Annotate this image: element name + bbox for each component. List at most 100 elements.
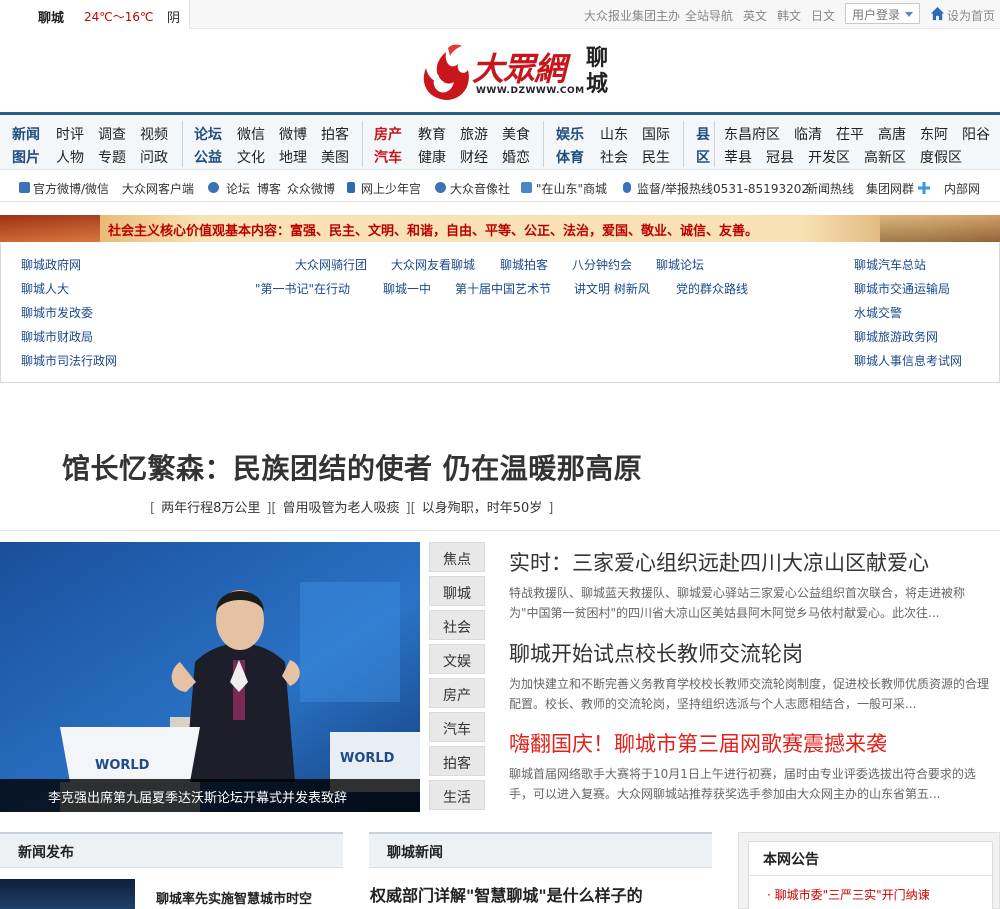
nav-county-chiping[interactable]: 茌平 [836,124,864,144]
nav-item-people[interactable]: 人物 [56,147,84,167]
subhead-2[interactable]: 曾用吸管为老人吸痰 [283,501,400,516]
tab-society[interactable]: 社会 [429,610,485,640]
link-first-secretary[interactable]: "第一书记"在行动 [255,280,350,297]
nav-item-charity[interactable]: 公益 [194,147,222,167]
nav-county-shenxian[interactable]: 莘县 [724,147,752,167]
service-official-weibo[interactable]: 官方微博/微信 [33,180,109,197]
user-login-dropdown[interactable]: 用户登录 [845,3,920,24]
tab-liaocheng[interactable]: 聊城 [429,576,485,606]
link-forum[interactable]: 聊城论坛 [656,256,704,273]
nav-item-finance[interactable]: 财经 [460,147,488,167]
link-drc[interactable]: 聊城市发改委 [21,304,93,321]
weather-city[interactable]: 聊城 [38,7,64,26]
nav-item-wechat[interactable]: 微信 [237,124,265,144]
news-title[interactable]: 实时：三家爱心组织远赴四川大凉山区献爱心 [509,547,994,577]
nav-item-society[interactable]: 社会 [600,147,628,167]
link-traffic-police[interactable]: 水城交警 [854,304,902,321]
nav-item-comment[interactable]: 时评 [56,124,84,144]
link-dating[interactable]: 八分钟约会 [572,256,632,273]
link-civilization[interactable]: 讲文明 树新风 [574,280,650,297]
tab-focus[interactable]: 焦点 [429,542,485,572]
nav-item-international[interactable]: 国际 [642,124,670,144]
site-logo[interactable]: 大眾網 WWW.DZWWW.COM 聊城 [418,40,618,104]
nav-item-topic[interactable]: 专题 [98,147,126,167]
section-title[interactable]: 聊城新闻 [387,842,443,862]
notice-item[interactable]: · 聊城市委"三严三实"开门纳谏 [767,886,930,903]
link-justice[interactable]: 聊城市司法行政网 [21,352,117,369]
link-npc[interactable]: 聊城人大 [21,280,69,297]
nav-county-dongchangfu[interactable]: 东昌府区 [724,124,780,144]
nav-item-photo[interactable]: 图片 [12,147,40,167]
nav-item-house[interactable]: 房产 [374,124,402,144]
nav-item-inquiry[interactable]: 问政 [140,147,168,167]
nav-item-health[interactable]: 健康 [418,147,446,167]
top-link-english[interactable]: 英文 [743,7,767,24]
nav-item-sports[interactable]: 体育 [556,147,584,167]
nav-item-geography[interactable]: 地理 [279,147,307,167]
nav-item-paike[interactable]: 拍客 [321,124,349,144]
link-netizens[interactable]: 大众网友看聊城 [391,256,475,273]
top-link-korean[interactable]: 韩文 [777,7,801,24]
tab-house[interactable]: 房产 [429,678,485,708]
link-cycling[interactable]: 大众网骑行团 [295,256,367,273]
news-title[interactable]: 嗨翻国庆！聊城市第三届网歌赛震撼来袭 [509,728,994,758]
nav-district-development[interactable]: 开发区 [808,147,850,167]
news-title[interactable]: 聊城开始试点校长教师交流轮岗 [509,638,994,668]
subhead-1[interactable]: 两年行程8万公里 [161,501,260,516]
service-audio-video[interactable]: 大众音像社 [450,180,510,197]
nav-county-guanxian[interactable]: 冠县 [766,147,794,167]
nav-item-education[interactable]: 教育 [418,124,446,144]
service-hotline[interactable]: 监督/举报热线0531-85193202 [637,180,809,197]
nav-item-culture[interactable]: 文化 [237,147,265,167]
nav-item-survey[interactable]: 调查 [98,124,126,144]
release-thumbnail[interactable] [0,879,135,909]
nav-district-resort[interactable]: 度假区 [920,147,962,167]
link-no1-school[interactable]: 聊城一中 [383,280,431,297]
nav-county-donge[interactable]: 东阿 [920,124,948,144]
focus-image[interactable]: WORLD WORLD 李克强出席第九届夏季达沃斯论坛开幕式并发表致辞 [0,542,420,812]
tab-entertainment[interactable]: 文娱 [429,644,485,674]
set-home-link[interactable]: 设为首页 [947,7,995,24]
nav-item-news[interactable]: 新闻 [12,124,40,144]
service-forum[interactable]: 论坛 [226,180,250,197]
top-link-sponsor[interactable]: 大众报业集团主办 [584,7,680,24]
nav-item-video[interactable]: 视频 [140,124,168,144]
service-news-hotline[interactable]: 新闻热线 [806,180,854,197]
link-gov[interactable]: 聊城政府网 [21,256,81,273]
nav-item-entertainment[interactable]: 娱乐 [556,124,584,144]
subhead-3[interactable]: 以身殉职，时年50岁 [422,501,543,516]
nav-county-linqing[interactable]: 临清 [794,124,822,144]
section-title[interactable]: 新闻发布 [18,842,74,862]
tab-auto[interactable]: 汽车 [429,712,485,742]
nav-item-auto[interactable]: 汽车 [374,147,402,167]
nav-item-weibo[interactable]: 微博 [279,124,307,144]
link-bus-station[interactable]: 聊城汽车总站 [854,256,926,273]
lcnews-title[interactable]: 权威部门详解"智慧聊城"是什么样子的 [370,882,643,906]
nav-item-marriage[interactable]: 婚恋 [502,147,530,167]
nav-item-shandong[interactable]: 山东 [600,124,628,144]
nav-item-food[interactable]: 美食 [502,124,530,144]
nav-county-gaotang[interactable]: 高唐 [878,124,906,144]
link-mass-line[interactable]: 党的群众路线 [676,280,748,297]
service-intranet[interactable]: 内部网 [944,180,980,197]
nav-item-travel[interactable]: 旅游 [460,124,488,144]
service-youth-palace[interactable]: 网上少年宫 [361,180,421,197]
link-tourism[interactable]: 聊城旅游政务网 [854,328,938,345]
nav-county-yanggu[interactable]: 阳谷 [962,124,990,144]
top-link-site-nav[interactable]: 全站导航 [685,7,733,24]
nav-district-hightech[interactable]: 高新区 [864,147,906,167]
nav-item-gallery[interactable]: 美图 [321,147,349,167]
service-client[interactable]: 大众网客户端 [122,180,194,197]
release-news-title[interactable]: 聊城率先实施智慧城市时空 [156,888,312,907]
focus-caption[interactable]: 李克强出席第九届夏季达沃斯论坛开幕式并发表致辞 [0,779,420,812]
top-headline[interactable]: 馆长忆繁森：民族团结的使者 仍在温暖那高原 [62,447,642,487]
service-zz-weibo[interactable]: 众众微博 [287,180,335,197]
link-hr-exam[interactable]: 聊城人事信息考试网 [854,352,962,369]
nav-item-forum[interactable]: 论坛 [194,124,222,144]
link-paike[interactable]: 聊城拍客 [500,256,548,273]
tab-life[interactable]: 生活 [429,780,485,810]
service-mall[interactable]: "在山东"商城 [536,180,607,197]
tab-paike[interactable]: 拍客 [429,746,485,776]
top-link-japanese[interactable]: 日文 [811,7,835,24]
link-finance-bureau[interactable]: 聊城市财政局 [21,328,93,345]
